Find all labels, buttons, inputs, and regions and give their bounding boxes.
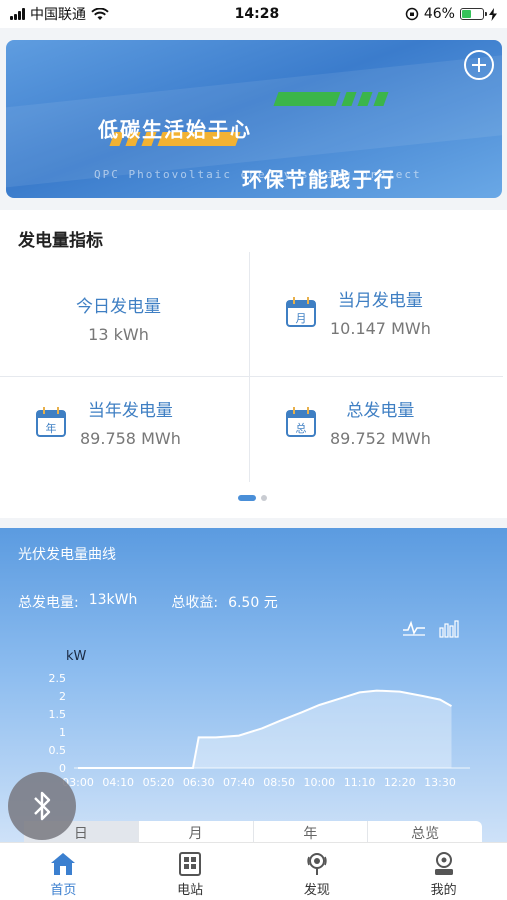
status-left: 中国联通 (10, 4, 109, 24)
stat-label: 今日发电量 (76, 297, 161, 317)
calendar-day-icon: 日 (32, 303, 62, 333)
total-income-label: 总收益: (171, 595, 219, 611)
x-tick-label: 05:20 (143, 776, 175, 789)
curve-summary: 总发电量: 13kWh 总收益: 6.50 元 (18, 592, 278, 612)
status-bar: 中国联通 14:28 46% (0, 0, 507, 28)
discover-icon (307, 853, 327, 875)
x-tick-label: 13:30 (424, 776, 456, 789)
stat-label: 当年发电量 (87, 401, 173, 421)
calendar-total-icon: 总 (286, 407, 316, 437)
calendar-year-icon: 年 (36, 407, 66, 437)
line-chart-icon[interactable] (403, 620, 425, 636)
tab-profile[interactable]: 我的 (380, 843, 507, 900)
promo-banner[interactable]: 低碳生活始于心 环保节能践于行 QPC Photovoltaic energy … (6, 40, 502, 198)
grid-divider-horizontal (0, 376, 503, 377)
x-tick-label: 08:50 (263, 776, 295, 789)
wifi-icon (91, 7, 109, 20)
stat-value: 89.752 MWh (330, 429, 431, 448)
x-tick-label: 06:30 (183, 776, 215, 789)
stat-year[interactable]: 年 当年发电量 89.758 MWh (34, 396, 181, 448)
x-tick-label: 11:10 (344, 776, 376, 789)
chart-type-switch (403, 620, 459, 638)
bottom-tab-bar: 首页 电站 发现 我的 (0, 842, 507, 900)
y-tick-label: 0 (59, 762, 66, 775)
stat-label: 当月发电量 (337, 291, 423, 311)
tab-label: 首页 (50, 883, 77, 898)
tab-station[interactable]: 电站 (127, 843, 254, 900)
svg-text:总: 总 (296, 421, 307, 435)
total-income-value: 6.50 元 (228, 595, 278, 611)
pager-dots[interactable] (238, 495, 267, 501)
generation-curve-panel: 光伏发电量曲线 总发电量: 13kWh 总收益: 6.50 元 kW 2.5 2 1.… (0, 528, 507, 851)
bluetooth-icon (34, 791, 51, 821)
add-button[interactable] (464, 50, 494, 80)
generation-index-card: 发电量指标 日 今日发电量 13 kWh 月 当月发电量 10.147 MWh 年 … (0, 210, 507, 518)
total-gen-value: 13kWh (88, 592, 138, 608)
stat-total[interactable]: 总 总发电量 89.752 MWh (284, 396, 431, 448)
battery-percent: 46% (423, 6, 455, 22)
curve-title: 光伏发电量曲线 (18, 547, 116, 563)
y-tick-label: 2 (59, 690, 66, 703)
stat-today[interactable]: 日 今日发电量 13 kWh (8, 276, 213, 360)
tab-label: 我的 (430, 883, 457, 898)
x-tick-label: 07:40 (223, 776, 255, 789)
home-icon (51, 853, 76, 875)
carrier-name: 中国联通 (30, 7, 86, 23)
tab-home[interactable]: 首页 (0, 843, 127, 900)
stat-value: 10.147 MWh (330, 319, 431, 338)
series-area (78, 690, 452, 768)
x-tick-label: 04:10 (102, 776, 134, 789)
x-tick-label: 12:20 (384, 776, 416, 789)
banner-subtitle: QPC Photovoltaic energy saving project (94, 168, 422, 181)
status-time: 14:28 (234, 6, 280, 22)
y-axis-label: kW (66, 649, 87, 664)
y-tick-label: 2.5 (49, 672, 67, 685)
tab-discover[interactable]: 发现 (254, 843, 381, 900)
status-right: 46% (405, 6, 497, 22)
section-title: 发电量指标 (18, 231, 103, 251)
calendar-month-icon: 月 (286, 297, 316, 327)
stat-month[interactable]: 月 当月发电量 10.147 MWh (284, 286, 431, 338)
banner-green-stripes (273, 92, 389, 106)
pager-dot[interactable] (261, 495, 267, 501)
grid-divider-vertical (249, 252, 250, 482)
svg-text:日: 日 (42, 316, 53, 329)
battery-icon (459, 8, 487, 20)
x-tick-label: 10:00 (303, 776, 335, 789)
profile-icon (434, 852, 453, 875)
svg-text:年: 年 (46, 421, 57, 435)
stat-value: 89.758 MWh (80, 429, 181, 448)
assistive-touch-button[interactable] (8, 772, 76, 840)
y-tick-label: 1.5 (49, 708, 67, 721)
y-tick-label: 0.5 (49, 744, 67, 757)
pager-dot-active[interactable] (238, 495, 256, 501)
tab-label: 电站 (177, 883, 204, 898)
banner-headline-1: 低碳生活始于心 (98, 117, 252, 142)
charging-bolt-icon (488, 7, 497, 21)
total-gen-label: 总发电量: (18, 595, 79, 611)
bar-chart-icon[interactable] (439, 620, 459, 638)
station-icon (179, 852, 202, 876)
generation-curve-chart: kW2.521.510.5003:00 04:10 05:20 06:30 07:40 0… (49, 649, 470, 789)
stat-value: 13 kWh (88, 325, 149, 344)
plus-icon (472, 58, 486, 72)
svg-text:月: 月 (296, 312, 307, 325)
y-tick-label: 1 (59, 726, 66, 739)
tab-label: 发现 (303, 883, 330, 898)
rotation-lock-icon (405, 7, 419, 21)
cellular-signal-icon (10, 8, 25, 20)
stat-label: 总发电量 (346, 401, 415, 421)
